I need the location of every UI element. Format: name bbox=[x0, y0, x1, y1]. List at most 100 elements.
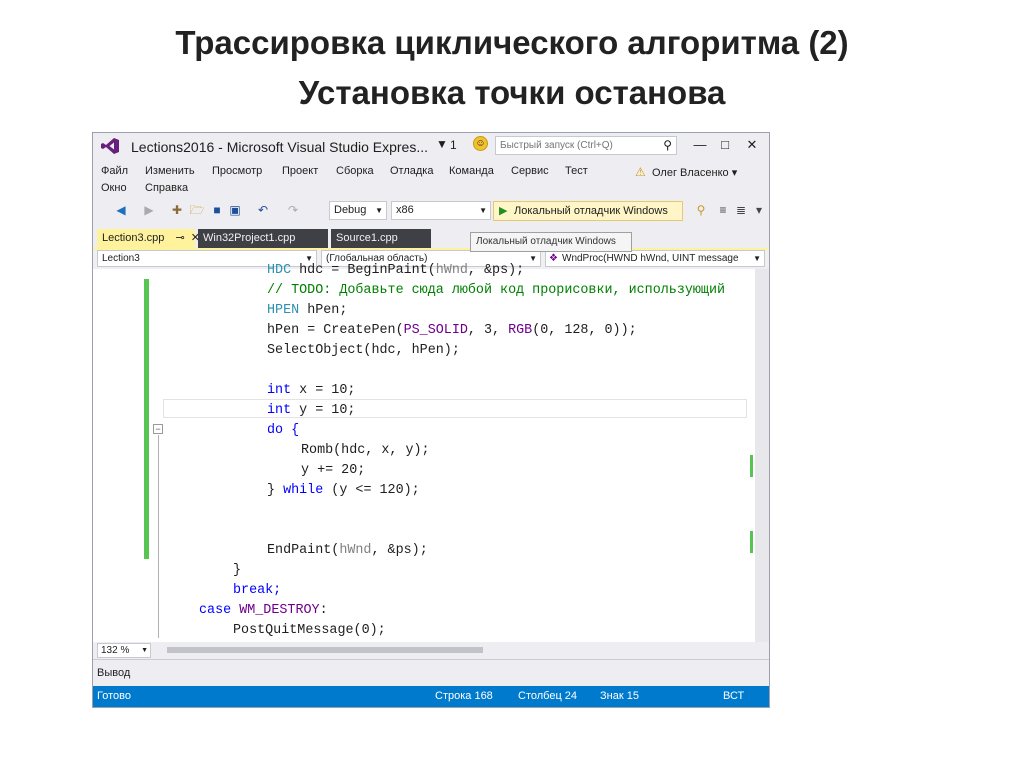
chevron-down-icon: ▼ bbox=[375, 206, 383, 215]
menu-bar: Файл Изменить Просмотр Проект Сборка Отл… bbox=[93, 162, 769, 198]
maximize-button[interactable]: □ bbox=[716, 136, 734, 154]
status-row: Строка 168 bbox=[435, 690, 493, 702]
menu-help[interactable]: Справка bbox=[145, 182, 188, 194]
warning-icon: ⚠ bbox=[635, 165, 646, 179]
menu-view[interactable]: Просмотр bbox=[212, 165, 262, 177]
collapse-toggle-icon[interactable]: − bbox=[153, 424, 163, 434]
slide-title-line1: Трассировка циклического алгоритма (2) bbox=[175, 24, 849, 61]
menu-window[interactable]: Окно bbox=[101, 182, 127, 194]
quick-launch-box[interactable]: ⚲ bbox=[495, 136, 677, 155]
code-line-2: // TODO: Добавьте сюда любой код прорисо… bbox=[267, 283, 726, 298]
platform-value: x86 bbox=[396, 204, 414, 216]
redo-icon[interactable]: ↷ bbox=[285, 202, 301, 218]
feedback-smiley-icon[interactable]: ☺ bbox=[473, 136, 488, 151]
output-title: Вывод bbox=[97, 667, 131, 679]
code-editor[interactable]: − HDC hdc = BeginPaint(hWnd, &ps); // TO… bbox=[93, 263, 755, 642]
platform-select[interactable]: x86 ▼ bbox=[391, 201, 491, 220]
pin-icon[interactable]: ⊸ bbox=[175, 232, 184, 244]
outline-guide bbox=[158, 435, 159, 638]
scroll-change-marker bbox=[750, 455, 753, 477]
code-line-16: } bbox=[233, 563, 242, 578]
minimize-button[interactable]: — bbox=[691, 136, 709, 154]
notification-flag-icon[interactable]: ▼ bbox=[436, 137, 448, 151]
uncomment-icon[interactable]: ≣ bbox=[733, 202, 749, 218]
output-panel[interactable]: Вывод bbox=[93, 659, 769, 686]
project-value: Lection3 bbox=[102, 253, 140, 264]
tab-label: Win32Project1.cpp bbox=[203, 232, 296, 244]
code-line-9: do { bbox=[267, 423, 300, 438]
code-line-15: EndPaint(hWnd, &ps); bbox=[267, 543, 428, 558]
slide-title-line2: Установка точки останова bbox=[298, 74, 726, 111]
slide-title: Трассировка циклического алгоритма (2) У… bbox=[0, 18, 1024, 118]
zoom-select[interactable]: 132 % ▼ bbox=[97, 643, 151, 658]
visual-studio-window: Lections2016 - Microsoft Visual Studio E… bbox=[92, 132, 770, 708]
start-debugging-button[interactable]: ▶ Локальный отладчик Windows bbox=[493, 201, 683, 221]
method-icon: ❖ bbox=[549, 253, 558, 264]
zoom-value: 132 % bbox=[101, 645, 130, 656]
status-column: Столбец 24 bbox=[518, 690, 578, 702]
navigate-forward-icon[interactable]: ▶ bbox=[141, 202, 157, 218]
document-tabs: Lection3.cpp ⊸ ✕ Win32Project1.cpp Sourc… bbox=[93, 229, 769, 248]
undo-icon[interactable]: ↶ bbox=[255, 202, 271, 218]
start-debugging-label: Локальный отладчик Windows bbox=[514, 205, 668, 217]
menu-test[interactable]: Тест bbox=[565, 165, 588, 177]
comment-icon[interactable]: ≡ bbox=[715, 202, 731, 218]
tab-win32project1[interactable]: Win32Project1.cpp bbox=[198, 229, 328, 248]
code-line-8: int y = 10; bbox=[267, 403, 356, 418]
search-icon[interactable]: ⚲ bbox=[663, 138, 672, 152]
notification-count[interactable]: 1 bbox=[450, 138, 457, 152]
code-line-18: case WM_DESTROY: bbox=[199, 603, 328, 618]
menu-project[interactable]: Проект bbox=[282, 165, 318, 177]
member-value: WndProc(HWND hWnd, UINT message bbox=[562, 253, 739, 264]
open-folder-icon[interactable]: 🗁 bbox=[189, 202, 205, 218]
find-icon[interactable]: ⚲ bbox=[693, 202, 709, 218]
member-dropdown[interactable]: ❖ WndProc(HWND hWnd, UINT message ▼ bbox=[545, 250, 765, 267]
code-line-4: hPen = CreatePen(PS_SOLID, 3, RGB(0, 128… bbox=[267, 323, 637, 338]
status-char: Знак 15 bbox=[600, 690, 639, 702]
code-line-19: PostQuitMessage(0); bbox=[233, 623, 386, 638]
code-line-10: Romb(hdc, x, y); bbox=[301, 443, 430, 458]
tab-label: Lection3.cpp bbox=[102, 232, 165, 244]
menu-debug[interactable]: Отладка bbox=[390, 165, 433, 177]
navigate-back-icon[interactable]: ◀ bbox=[113, 202, 129, 218]
scroll-change-marker bbox=[750, 531, 753, 553]
quick-launch-input[interactable] bbox=[496, 137, 656, 154]
code-line-7: int x = 10; bbox=[267, 383, 356, 398]
configuration-value: Debug bbox=[334, 204, 367, 216]
tab-lection3[interactable]: Lection3.cpp ⊸ ✕ bbox=[97, 229, 200, 248]
editor-bottom-bar: 132 % ▼ bbox=[93, 642, 769, 659]
play-icon: ▶ bbox=[499, 205, 508, 217]
chevron-down-icon: ▼ bbox=[141, 647, 148, 654]
code-line-1: HDC hdc = BeginPaint(hWnd, &ps); bbox=[267, 263, 525, 278]
save-icon[interactable]: ■ bbox=[209, 202, 225, 218]
user-name-label: Олег Власенко bbox=[652, 167, 729, 179]
menu-tools[interactable]: Сервис bbox=[511, 165, 549, 177]
tab-source1[interactable]: Source1.cpp bbox=[331, 229, 431, 248]
type-token: HPEN bbox=[267, 303, 300, 318]
visual-studio-logo-icon bbox=[101, 138, 119, 154]
close-button[interactable]: ✕ bbox=[743, 136, 761, 154]
user-account[interactable]: Олег Власенко ▾ bbox=[652, 166, 737, 179]
code-line-12: } while (y <= 120); bbox=[267, 483, 420, 498]
menu-file[interactable]: Файл bbox=[101, 165, 128, 177]
code-line-3: HPEN hPen; bbox=[267, 303, 348, 318]
save-all-icon[interactable]: ▣ bbox=[227, 202, 243, 218]
status-ready: Готово bbox=[97, 690, 131, 702]
change-indicator bbox=[144, 279, 149, 559]
chevron-down-icon: ▼ bbox=[753, 254, 761, 263]
status-bar: Готово Строка 168 Столбец 24 Знак 15 ВСТ bbox=[93, 686, 769, 707]
configuration-select[interactable]: Debug ▼ bbox=[329, 201, 387, 220]
menu-build[interactable]: Сборка bbox=[336, 165, 374, 177]
code-line-17: break; bbox=[233, 583, 282, 598]
menu-team[interactable]: Команда bbox=[449, 165, 494, 177]
new-project-icon[interactable]: ✚ bbox=[169, 202, 185, 218]
horizontal-scrollbar[interactable] bbox=[167, 647, 483, 653]
chevron-down-icon: ▼ bbox=[529, 254, 537, 263]
menu-edit[interactable]: Изменить bbox=[145, 165, 195, 177]
vertical-scrollbar[interactable] bbox=[755, 269, 769, 642]
title-bar: Lections2016 - Microsoft Visual Studio E… bbox=[93, 133, 769, 159]
current-line-highlight bbox=[163, 399, 747, 418]
window-title: Lections2016 - Microsoft Visual Studio E… bbox=[131, 139, 429, 155]
toolbar-options-icon[interactable]: ▾ bbox=[751, 202, 767, 218]
code-line-11: y += 20; bbox=[301, 463, 366, 478]
